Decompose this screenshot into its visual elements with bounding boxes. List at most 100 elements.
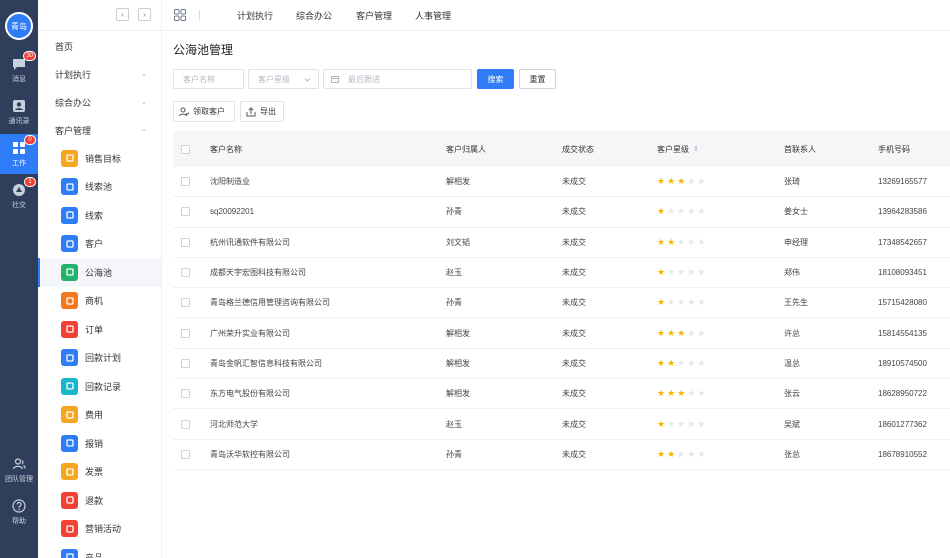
rail-item-help[interactable]: 帮助 bbox=[0, 492, 38, 532]
star-icon: ★ bbox=[657, 327, 666, 338]
rail-item-social[interactable]: 1 社交 bbox=[0, 176, 38, 216]
back-button[interactable]: ‹ bbox=[116, 8, 129, 21]
button-label: 导出 bbox=[260, 107, 276, 116]
sidebar-item-target[interactable]: 销售目标 bbox=[38, 144, 161, 173]
sidebar-item-campaign[interactable]: 营销活动 bbox=[38, 515, 161, 544]
rail-item-team[interactable]: 团队管理 bbox=[0, 450, 38, 490]
sidebar-item-reimburse[interactable]: 报销 bbox=[38, 429, 161, 458]
table-row[interactable]: sq20092201 孙青 未成交 ★ ★ ★ ★ ★ 姜女士 13964283586 bbox=[173, 197, 950, 228]
rail-item-label: 帮助 bbox=[12, 517, 26, 525]
column-header-stars[interactable]: 客户星级 ⇕ bbox=[657, 131, 699, 167]
cell-customer-name[interactable]: 成都天宇宏图科技有限公司 bbox=[210, 258, 306, 287]
cell-customer-name[interactable]: 河北师范大学 bbox=[210, 409, 258, 438]
sidebar-item-refund[interactable]: 退款 bbox=[38, 486, 161, 515]
claim-customer-button[interactable]: 领取客户 bbox=[173, 101, 235, 122]
cell-customer-name[interactable]: sq20092201 bbox=[210, 197, 254, 226]
tab-office[interactable]: 综合办公 bbox=[296, 9, 332, 22]
row-checkbox[interactable] bbox=[181, 207, 190, 217]
row-checkbox[interactable] bbox=[181, 268, 190, 278]
row-checkbox[interactable] bbox=[181, 358, 190, 368]
sort-icon[interactable]: ⇕ bbox=[693, 145, 699, 153]
forward-button[interactable]: › bbox=[138, 8, 151, 21]
table-row[interactable]: 东方电气股份有限公司 解相发 未成交 ★ ★ ★ ★ ★ 张云 18628950722 bbox=[173, 379, 950, 410]
last-follow-date-picker[interactable]: 最后跟进 bbox=[323, 69, 472, 89]
sidebar-item-label: 回款计划 bbox=[85, 353, 122, 364]
cell-customer-name[interactable]: 青岛沃华软控有限公司 bbox=[210, 440, 290, 469]
cell-contact: 姜女士 bbox=[784, 207, 808, 217]
row-checkbox[interactable] bbox=[181, 419, 190, 429]
star-icon: ★ bbox=[697, 267, 706, 278]
customer-name-input[interactable]: 客户名称 bbox=[173, 69, 244, 89]
sidebar-item-leads[interactable]: 线索 bbox=[38, 201, 161, 230]
star-icon: ★ bbox=[667, 267, 676, 278]
table-row[interactable]: 河北师范大学 赵玉 未成交 ★ ★ ★ ★ ★ 吴斌 18601277362 bbox=[173, 409, 950, 440]
opportunity-icon bbox=[61, 292, 78, 310]
sidebar-item-opportunity[interactable]: 商机 bbox=[38, 287, 161, 316]
rail-item-messages[interactable]: 30 消息 bbox=[0, 50, 38, 90]
tab-plan[interactable]: 计划执行 bbox=[237, 9, 273, 22]
table-row[interactable]: 广州荣升实业有限公司 解相发 未成交 ★ ★ ★ ★ ★ 许总 15814554135 bbox=[173, 318, 950, 349]
column-header-contact: 首联系人 bbox=[784, 144, 816, 154]
row-checkbox[interactable] bbox=[181, 449, 190, 459]
grid-menu-icon[interactable] bbox=[174, 9, 186, 21]
star-icon: ★ bbox=[687, 267, 696, 278]
sidebar-group-plan[interactable]: 计划执行 ⌄ bbox=[38, 60, 161, 88]
sidebar-group-office[interactable]: 综合办公 ⌄ bbox=[38, 88, 161, 116]
cell-contact: 张总 bbox=[784, 449, 800, 459]
rail-item-label: 工作 bbox=[12, 159, 26, 167]
rail-item-contacts[interactable]: 通讯录 bbox=[0, 92, 38, 132]
cell-customer-name[interactable]: 青岛格兰德信用管理咨询有限公司 bbox=[210, 288, 330, 317]
row-checkbox[interactable] bbox=[181, 389, 190, 399]
table-row[interactable]: 沈阳制造业 解相发 未成交 ★ ★ ★ ★ ★ 张琦 13269165577 bbox=[173, 167, 950, 198]
row-checkbox[interactable] bbox=[181, 298, 190, 308]
table-row[interactable]: 杭州讯通软件有限公司 刘文韬 未成交 ★ ★ ★ ★ ★ 申经理 17348542657 bbox=[173, 228, 950, 258]
export-button[interactable]: 导出 bbox=[240, 101, 284, 122]
cell-contact: 吴斌 bbox=[784, 419, 800, 429]
cell-customer-name[interactable]: 沈阳制造业 bbox=[210, 167, 250, 196]
sidebar-item-customer[interactable]: 客户 bbox=[38, 230, 161, 259]
sidebar-item-order[interactable]: 订单 bbox=[38, 315, 161, 344]
sidebar-item-leads-pool[interactable]: 线索池 bbox=[38, 173, 161, 202]
rail-item-work[interactable]: 0 工作 bbox=[0, 134, 38, 174]
star-rating: ★ ★ ★ ★ ★ bbox=[657, 449, 707, 459]
star-icon: ★ bbox=[677, 236, 686, 247]
cell-contact: 温总 bbox=[784, 358, 800, 368]
sidebar-item-invoice[interactable]: 发票 bbox=[38, 458, 161, 487]
select-all-checkbox[interactable] bbox=[181, 144, 190, 154]
sidebar-item-expense[interactable]: 费用 bbox=[38, 401, 161, 430]
star-icon: ★ bbox=[657, 267, 666, 278]
app-rail: 青岛 30 消息 通讯录 0 工作 1 社交 团队管理 帮助 bbox=[0, 0, 38, 558]
cell-customer-name[interactable]: 东方电气股份有限公司 bbox=[210, 379, 290, 408]
sidebar-item-payment-plan[interactable]: 回款计划 bbox=[38, 344, 161, 373]
table-row[interactable]: 青岛格兰德信用管理咨询有限公司 孙青 未成交 ★ ★ ★ ★ ★ 王先生 15715428080 bbox=[173, 288, 950, 319]
cell-phone: 13964283586 bbox=[878, 207, 927, 217]
sidebar-item-home[interactable]: 首页 bbox=[38, 32, 161, 60]
row-checkbox[interactable] bbox=[181, 237, 190, 247]
row-checkbox[interactable] bbox=[181, 328, 190, 338]
cell-phone: 18601277362 bbox=[878, 419, 927, 429]
cell-contact: 郑伟 bbox=[784, 268, 800, 278]
cell-customer-name[interactable]: 广州荣升实业有限公司 bbox=[210, 318, 290, 347]
sidebar-item-product[interactable]: 产品 bbox=[38, 543, 161, 558]
row-checkbox[interactable] bbox=[181, 177, 190, 187]
tab-customer[interactable]: 客户管理 bbox=[356, 9, 392, 22]
table-row[interactable]: 青岛金帆汇智信息科技有限公司 解相发 未成交 ★ ★ ★ ★ ★ 温总 18910574500 bbox=[173, 349, 950, 380]
cell-customer-name[interactable]: 杭州讯通软件有限公司 bbox=[210, 228, 290, 257]
brand-avatar[interactable]: 青岛 bbox=[5, 12, 33, 40]
help-icon bbox=[12, 498, 26, 513]
sidebar-item-payment-record[interactable]: 回款记录 bbox=[38, 372, 161, 401]
sidebar-group-customer[interactable]: 客户管理 ⌃ bbox=[38, 116, 161, 144]
tab-hr[interactable]: 人事管理 bbox=[415, 9, 451, 22]
reset-button[interactable]: 重置 bbox=[519, 69, 556, 89]
cell-owner: 赵玉 bbox=[446, 268, 462, 278]
cell-customer-name[interactable]: 青岛金帆汇智信息科技有限公司 bbox=[210, 349, 322, 378]
cell-owner: 解相发 bbox=[446, 358, 470, 368]
search-button[interactable]: 搜索 bbox=[477, 69, 514, 89]
table-row[interactable]: 青岛沃华软控有限公司 孙青 未成交 ★ ★ ★ ★ ★ 张总 18678910552 bbox=[173, 440, 950, 470]
table-row[interactable]: 成都天宇宏图科技有限公司 赵玉 未成交 ★ ★ ★ ★ ★ 郑伟 18108093451 bbox=[173, 258, 950, 289]
cell-phone: 15814554135 bbox=[878, 328, 927, 338]
order-icon bbox=[61, 320, 78, 338]
customer-level-select[interactable]: 客户星级 bbox=[248, 69, 319, 89]
sidebar-item-public-pool[interactable]: 公海池 bbox=[38, 258, 161, 287]
messages-badge: 30 bbox=[23, 50, 36, 61]
